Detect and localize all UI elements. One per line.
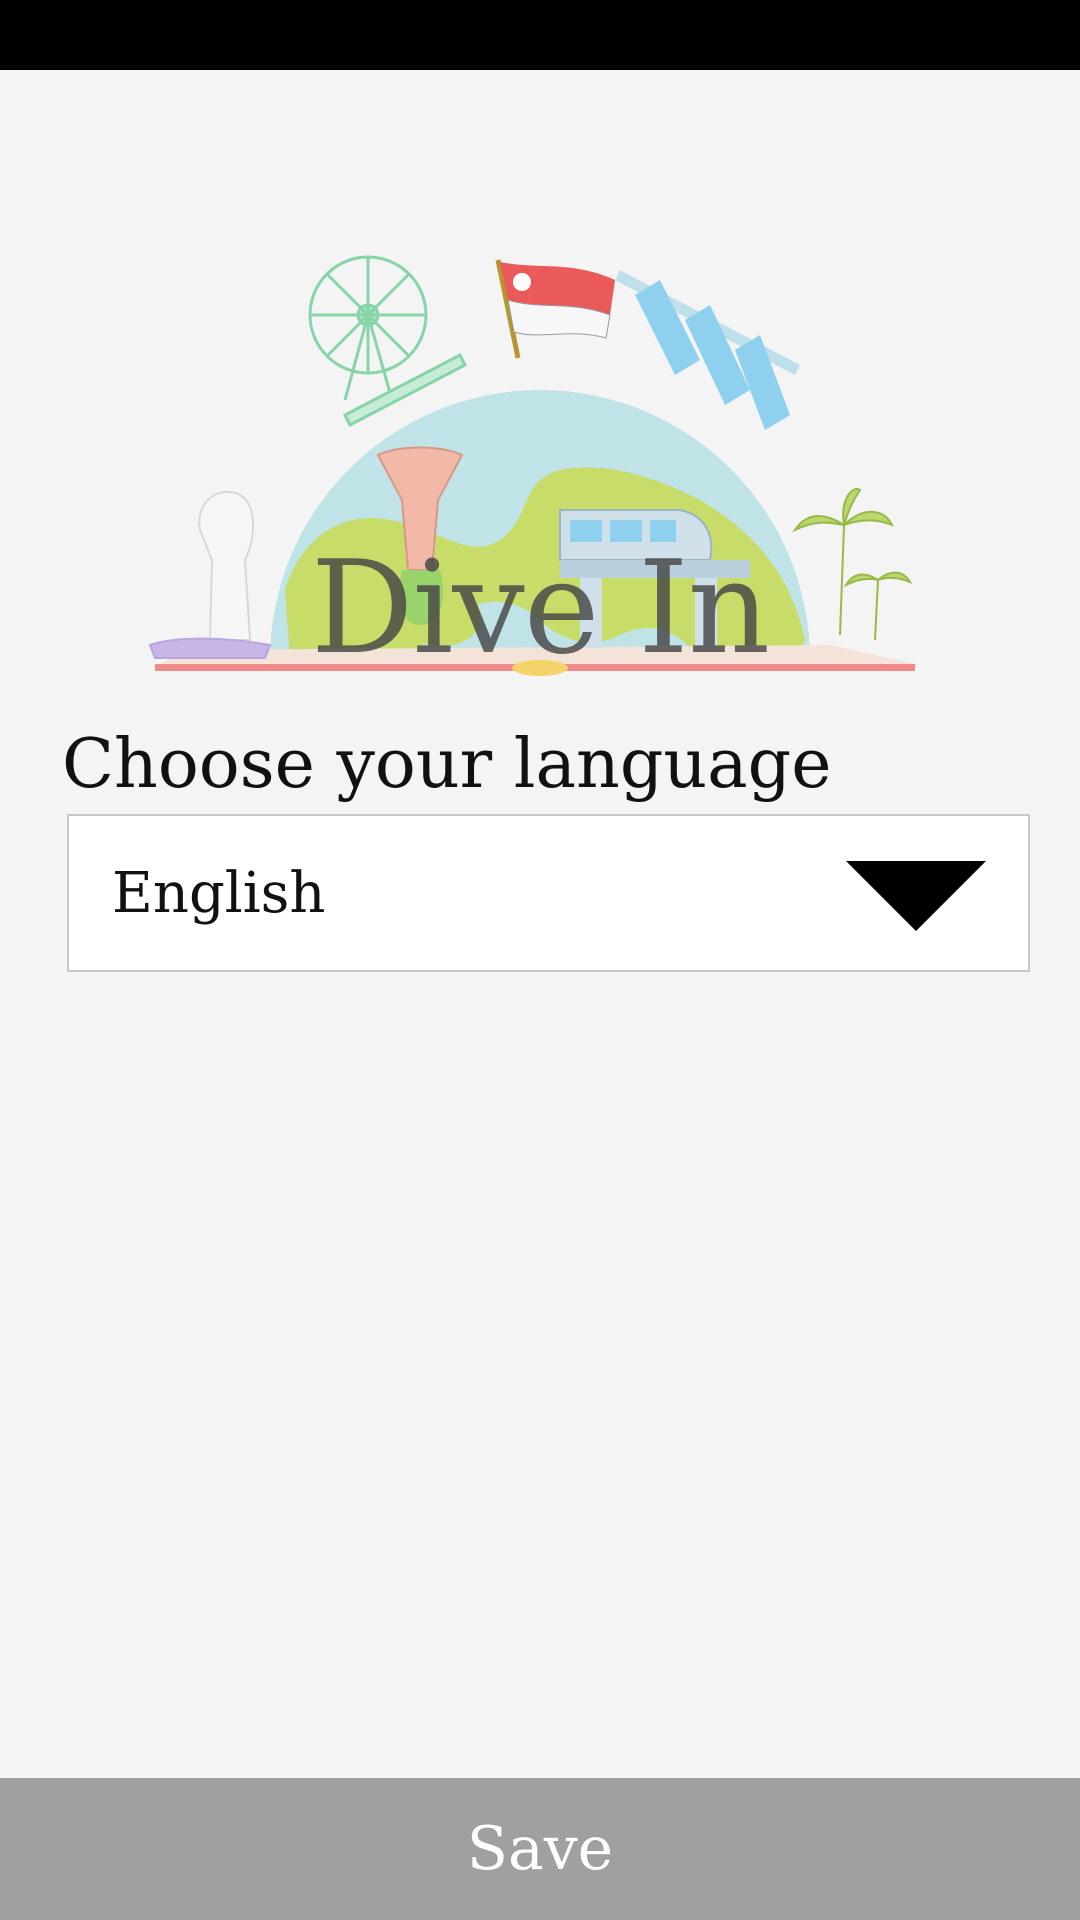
status-bar (0, 0, 1080, 70)
selected-language-value: English (112, 861, 326, 926)
language-setup-screen: Dive In Choose your language English Sav… (0, 0, 1080, 1920)
ferris-wheel-graphic (308, 255, 468, 428)
marina-bay-sands-graphic (615, 270, 800, 430)
save-button[interactable]: Save (0, 1778, 1080, 1920)
triangle-down-icon (846, 861, 986, 931)
app-title: Dive In (310, 534, 770, 683)
singapore-flag-graphic (495, 259, 615, 359)
language-heading: Choose your language (62, 725, 832, 804)
language-dropdown[interactable]: English (67, 814, 1030, 972)
